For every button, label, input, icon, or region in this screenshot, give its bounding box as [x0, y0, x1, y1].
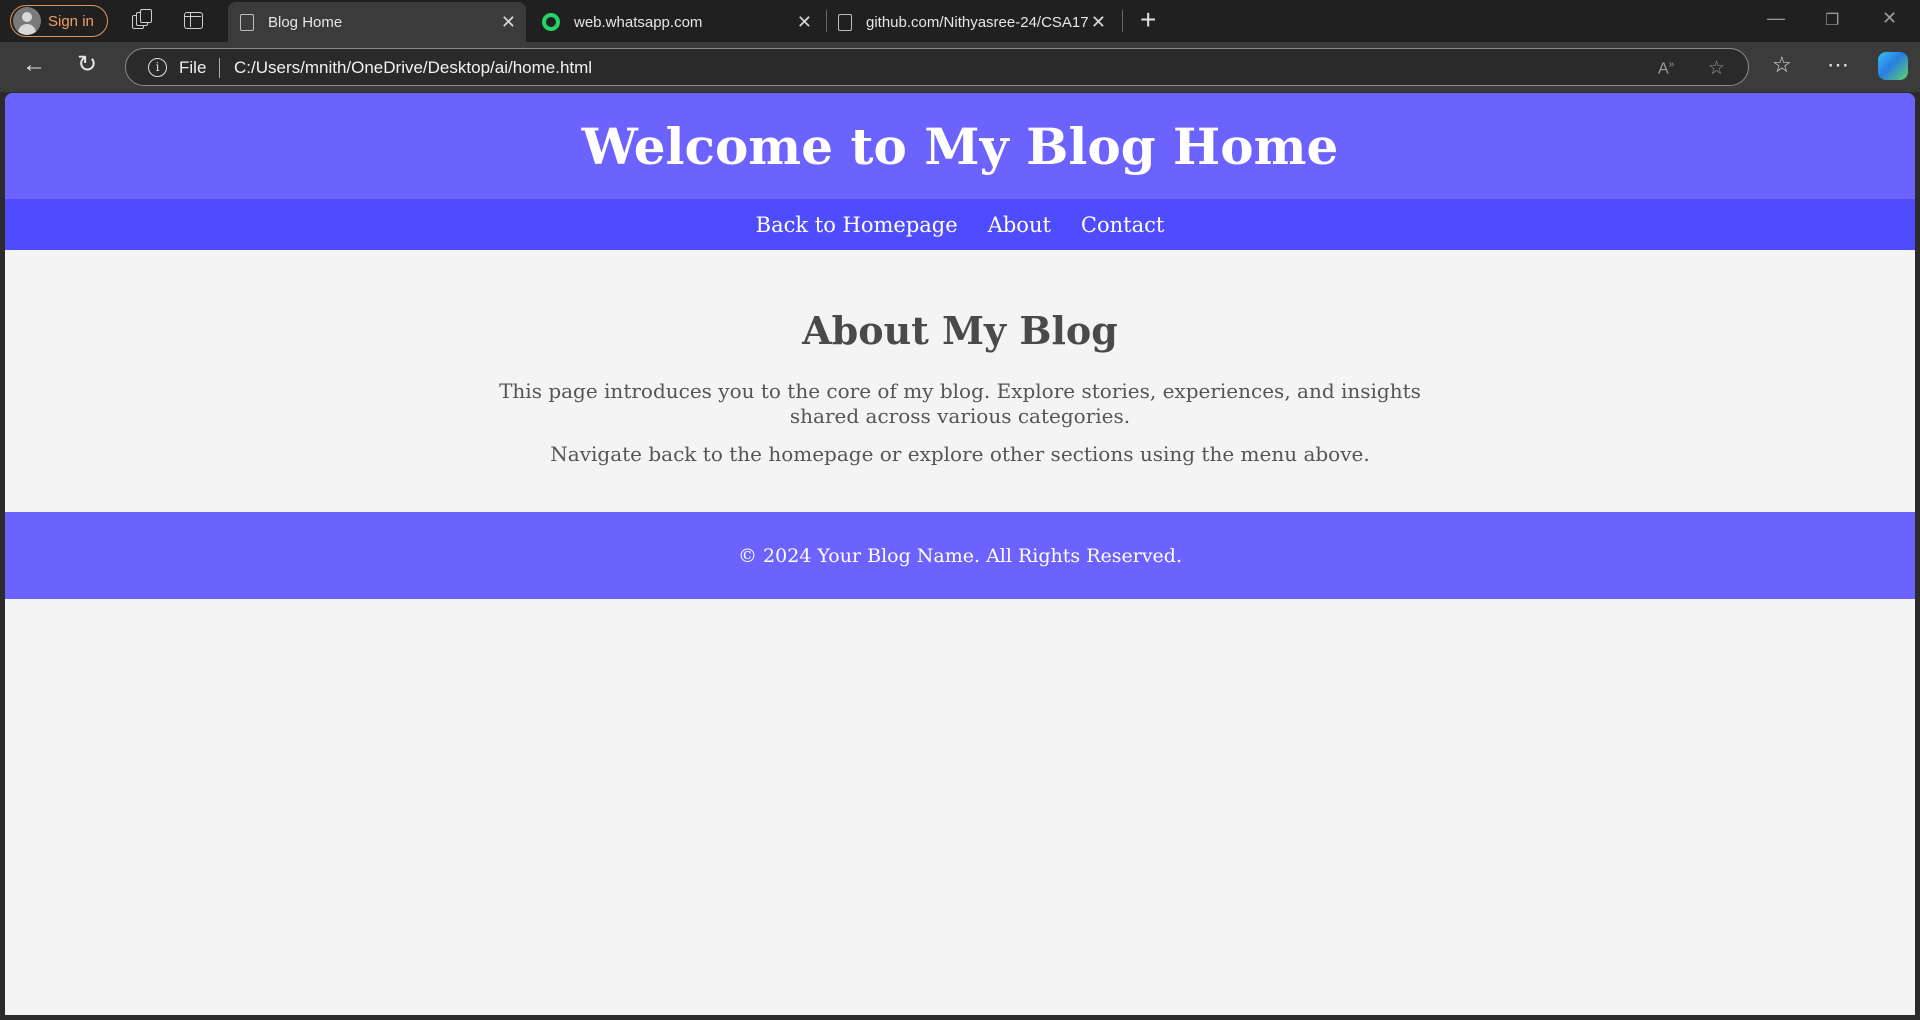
navigation-paragraph: Navigate back to the homepage or explore…	[550, 442, 1370, 466]
browser-toolbar: ← ↻ i File C:/Users/mnith/OneDrive/Deskt…	[0, 42, 1920, 92]
nav-link-about[interactable]: About	[988, 213, 1051, 237]
about-section: About My Blog This page introduces you t…	[5, 250, 1915, 512]
workspaces-icon[interactable]	[130, 9, 154, 33]
site-nav: Back to Homepage About Contact	[5, 199, 1915, 250]
tab-separator	[1122, 10, 1123, 32]
nav-link-back-to-homepage[interactable]: Back to Homepage	[756, 213, 958, 237]
info-icon[interactable]: i	[148, 58, 167, 77]
refresh-icon[interactable]: ↻	[77, 52, 97, 78]
tab-title: web.whatsapp.com	[574, 13, 703, 31]
address-separator	[219, 58, 220, 78]
page-file-icon	[240, 13, 254, 31]
copilot-icon[interactable]	[1878, 52, 1908, 80]
tab-title: Blog Home	[268, 13, 343, 31]
sign-in-label: Sign in	[48, 12, 94, 30]
whatsapp-icon	[542, 13, 560, 31]
back-arrow-icon[interactable]: ←	[22, 52, 46, 78]
tab-whatsapp[interactable]: web.whatsapp.com ✕	[530, 2, 822, 42]
tab-actions-icon[interactable]	[184, 12, 203, 29]
site-header: Welcome to My Blog Home	[5, 93, 1915, 199]
nav-link-contact[interactable]: Contact	[1081, 213, 1164, 237]
restore-icon[interactable]: ❐	[1825, 10, 1839, 30]
more-icon[interactable]: ⋯	[1827, 52, 1849, 78]
browser-tab-strip: Sign in Blog Home ✕ web.whatsapp.com ✕ g…	[0, 0, 1920, 42]
page-file-icon	[838, 13, 852, 31]
web-page-viewport: Welcome to My Blog Home Back to Homepage…	[5, 93, 1915, 1015]
section-title: About My Blog	[802, 308, 1118, 353]
close-tab-icon[interactable]: ✕	[797, 13, 812, 31]
close-tab-icon[interactable]: ✕	[1091, 13, 1106, 31]
copyright-text: © 2024 Your Blog Name. All Rights Reserv…	[737, 544, 1183, 567]
favorites-icon[interactable]: ☆	[1772, 52, 1792, 78]
site-footer: © 2024 Your Blog Name. All Rights Reserv…	[5, 512, 1915, 599]
star-icon[interactable]: ☆	[1708, 57, 1725, 80]
page-title: Welcome to My Blog Home	[581, 116, 1339, 176]
tab-title: github.com/Nithyasree-24/CSA17	[866, 13, 1088, 31]
close-window-icon[interactable]: ✕	[1882, 8, 1897, 29]
scheme-label: File	[179, 58, 207, 77]
new-tab-icon[interactable]: +	[1140, 6, 1156, 34]
tab-blog-home[interactable]: Blog Home ✕	[228, 2, 526, 42]
address-bar[interactable]: i File C:/Users/mnith/OneDrive/Desktop/a…	[125, 48, 1749, 86]
url-text[interactable]: C:/Users/mnith/OneDrive/Desktop/ai/home.…	[234, 58, 592, 78]
tab-github[interactable]: github.com/Nithyasree-24/CSA17 ✕	[826, 2, 1116, 42]
profile-avatar-icon	[13, 7, 41, 35]
intro-paragraph: This page introduces you to the core of …	[499, 379, 1421, 428]
close-tab-icon[interactable]: ✕	[501, 13, 516, 31]
sign-in-button[interactable]: Sign in	[10, 5, 108, 37]
minimize-icon[interactable]: —	[1767, 8, 1785, 29]
read-aloud-icon[interactable]: A»	[1658, 59, 1674, 78]
